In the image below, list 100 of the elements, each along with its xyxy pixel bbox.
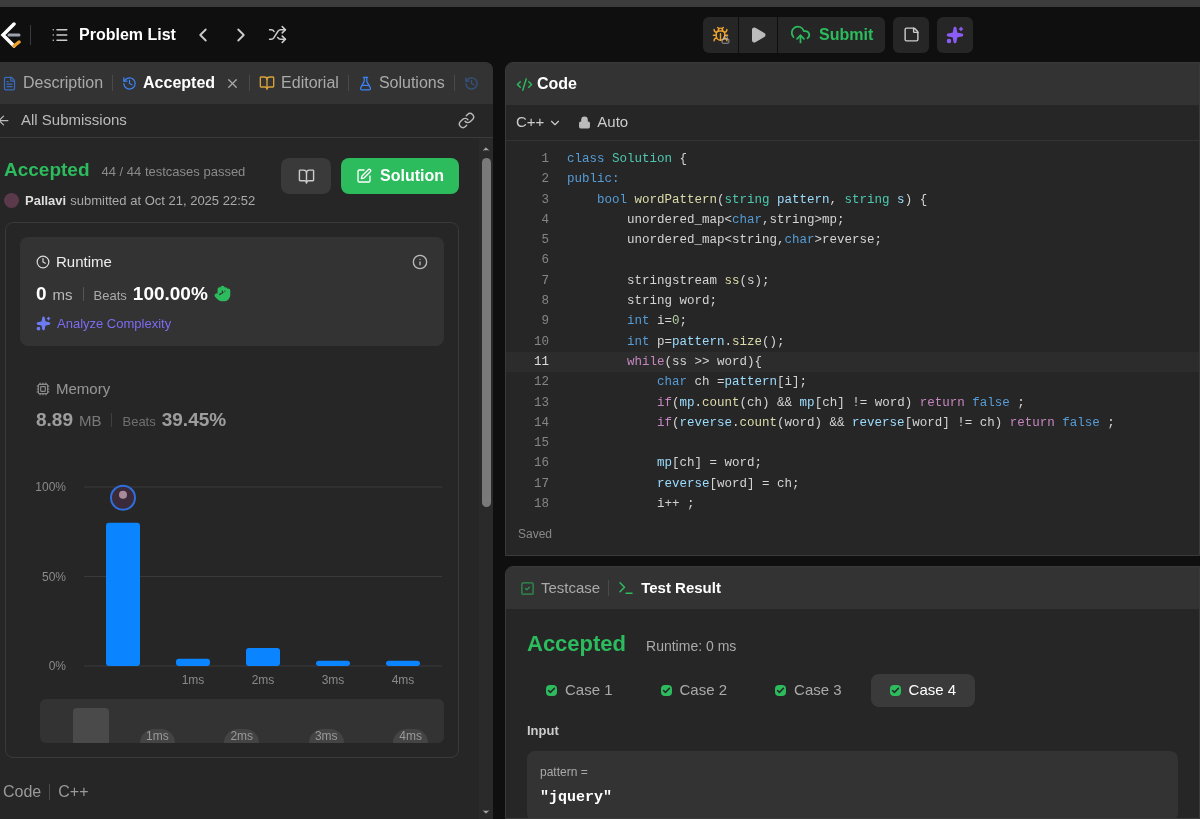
info-icon[interactable] — [412, 254, 428, 271]
code-line: int p=pattern.size(); — [626, 333, 785, 351]
scrollbar[interactable] — [479, 138, 493, 819]
axis-label: 0% — [48, 658, 66, 673]
bar[interactable] — [386, 660, 420, 666]
save-status: Saved — [518, 527, 553, 541]
submission-time: submitted at Oct 21, 2025 22:52 — [70, 191, 256, 210]
bar[interactable] — [316, 660, 350, 666]
clock-icon — [36, 255, 50, 270]
case-tab[interactable]: Case 3 — [756, 674, 861, 707]
case-tab[interactable]: Case 4 — [870, 674, 976, 707]
code-line: unordered_map<string,char>reverse; — [626, 232, 883, 250]
history-icon — [122, 75, 138, 91]
code-line: while(ss >> word){ — [626, 353, 763, 371]
terminal-icon — [617, 579, 636, 597]
panel-tab[interactable]: Editorial — [259, 71, 339, 95]
lock-icon — [721, 34, 730, 44]
play-icon — [749, 25, 767, 44]
document-icon — [2, 75, 17, 91]
avatar — [4, 192, 19, 208]
check-icon — [546, 685, 557, 696]
logo-icon[interactable] — [0, 21, 22, 48]
code-section-label: Code — [3, 781, 42, 802]
scrollbar-thumb[interactable] — [481, 158, 491, 507]
chip-icon — [36, 381, 50, 396]
panel-title: Code — [537, 74, 577, 94]
language-label: C++ — [58, 781, 89, 802]
line-number: 2 — [540, 171, 549, 189]
sparkles-icon — [946, 25, 965, 44]
code-line: string word; — [626, 293, 718, 311]
scroll-up-icon[interactable] — [481, 144, 491, 154]
avatar — [110, 484, 136, 511]
all-submissions-link[interactable]: All Submissions — [0, 109, 127, 132]
check-icon — [660, 685, 672, 696]
line-number: 11 — [533, 353, 549, 371]
hand-icon — [213, 285, 231, 303]
link-icon[interactable] — [458, 112, 475, 129]
bar[interactable] — [246, 647, 280, 666]
metric-unit: ms — [52, 284, 73, 305]
line-number: 15 — [533, 435, 549, 453]
beats-label: Beats — [93, 286, 127, 305]
metric-panel[interactable]: Memory 8.89 MB Beats 39.45% — [20, 363, 444, 443]
code-icon — [516, 75, 533, 93]
line-number: 16 — [533, 455, 549, 473]
line-number: 10 — [533, 333, 549, 351]
language-selector[interactable]: C++ — [516, 111, 563, 134]
problem-list-button[interactable]: Problem List — [51, 22, 176, 47]
result-status: Accepted — [527, 630, 627, 658]
code-line: char ch =pattern[i]; — [656, 374, 808, 392]
submission-status: Accepted — [4, 158, 90, 182]
check-icon — [775, 685, 787, 696]
shuffle-icon[interactable] — [267, 25, 287, 44]
notes-button[interactable] — [893, 16, 930, 53]
panel-tab[interactable]: Testcase — [520, 576, 601, 600]
scroll-down-icon[interactable] — [481, 807, 491, 817]
metric-value: 0 — [36, 281, 47, 306]
panel-tab[interactable]: Accepted — [122, 71, 241, 95]
panel-tab[interactable]: Description — [2, 71, 104, 95]
line-number: 5 — [540, 232, 549, 250]
parameter-value: "jquery" — [540, 787, 613, 808]
panel-tab[interactable]: Test Result — [617, 576, 721, 600]
beats-percentage: 39.45% — [161, 408, 227, 432]
bar[interactable] — [176, 658, 210, 666]
submitter-name[interactable]: Pallavi — [25, 190, 67, 210]
code-line: mp[ch] = word; — [656, 455, 763, 473]
code-line: public: — [567, 171, 620, 189]
overview-label: 3ms — [308, 728, 344, 743]
range-handle[interactable] — [73, 707, 109, 743]
overview-label: 2ms — [224, 728, 260, 743]
chart-overview[interactable]: 1ms 2ms 3ms 4ms — [40, 698, 444, 743]
line-number: 6 — [540, 252, 549, 270]
book-icon — [259, 75, 276, 91]
case-tab[interactable]: Case 2 — [641, 674, 747, 707]
ai-assistant-button[interactable] — [937, 16, 974, 53]
line-number: 8 — [540, 293, 549, 311]
sparkles-icon — [36, 316, 51, 332]
panel-tab[interactable]: Solutions — [357, 71, 445, 95]
metric-unit: MB — [79, 411, 102, 431]
axis-label: 100% — [35, 479, 66, 494]
axis-label: 2ms — [251, 672, 275, 687]
axis-label: 3ms — [321, 672, 345, 687]
lock-icon — [578, 116, 592, 129]
case-tab[interactable]: Case 1 — [527, 674, 632, 707]
testcases-summary: 44 / 44 testcases passed — [101, 163, 246, 181]
editorial-button[interactable] — [281, 158, 331, 194]
code-line: if(mp.count(ch) && mp[ch] != word) return false ; — [656, 394, 1025, 412]
checkbox-icon — [520, 580, 535, 596]
code-line: reverse[word] = ch; — [656, 475, 800, 493]
parameter-name: pattern = — [540, 763, 589, 781]
axis-label: 50% — [41, 569, 66, 583]
code-line: unordered_map<char,string>mp; — [626, 211, 845, 229]
line-number: 12 — [533, 374, 549, 392]
line-number: 14 — [533, 414, 549, 432]
code-line: bool wordPattern(string pattern, string s) { — [596, 191, 928, 209]
autocomplete-mode[interactable]: Auto — [597, 111, 629, 134]
code-line: class Solution { — [567, 151, 688, 168]
metric-value: 8.89 — [36, 408, 73, 432]
metric-card[interactable]: Runtime 0 ms Beats 100.00% Analyze Complexity — [20, 237, 444, 346]
check-icon — [889, 685, 901, 696]
line-number: 13 — [533, 394, 549, 412]
